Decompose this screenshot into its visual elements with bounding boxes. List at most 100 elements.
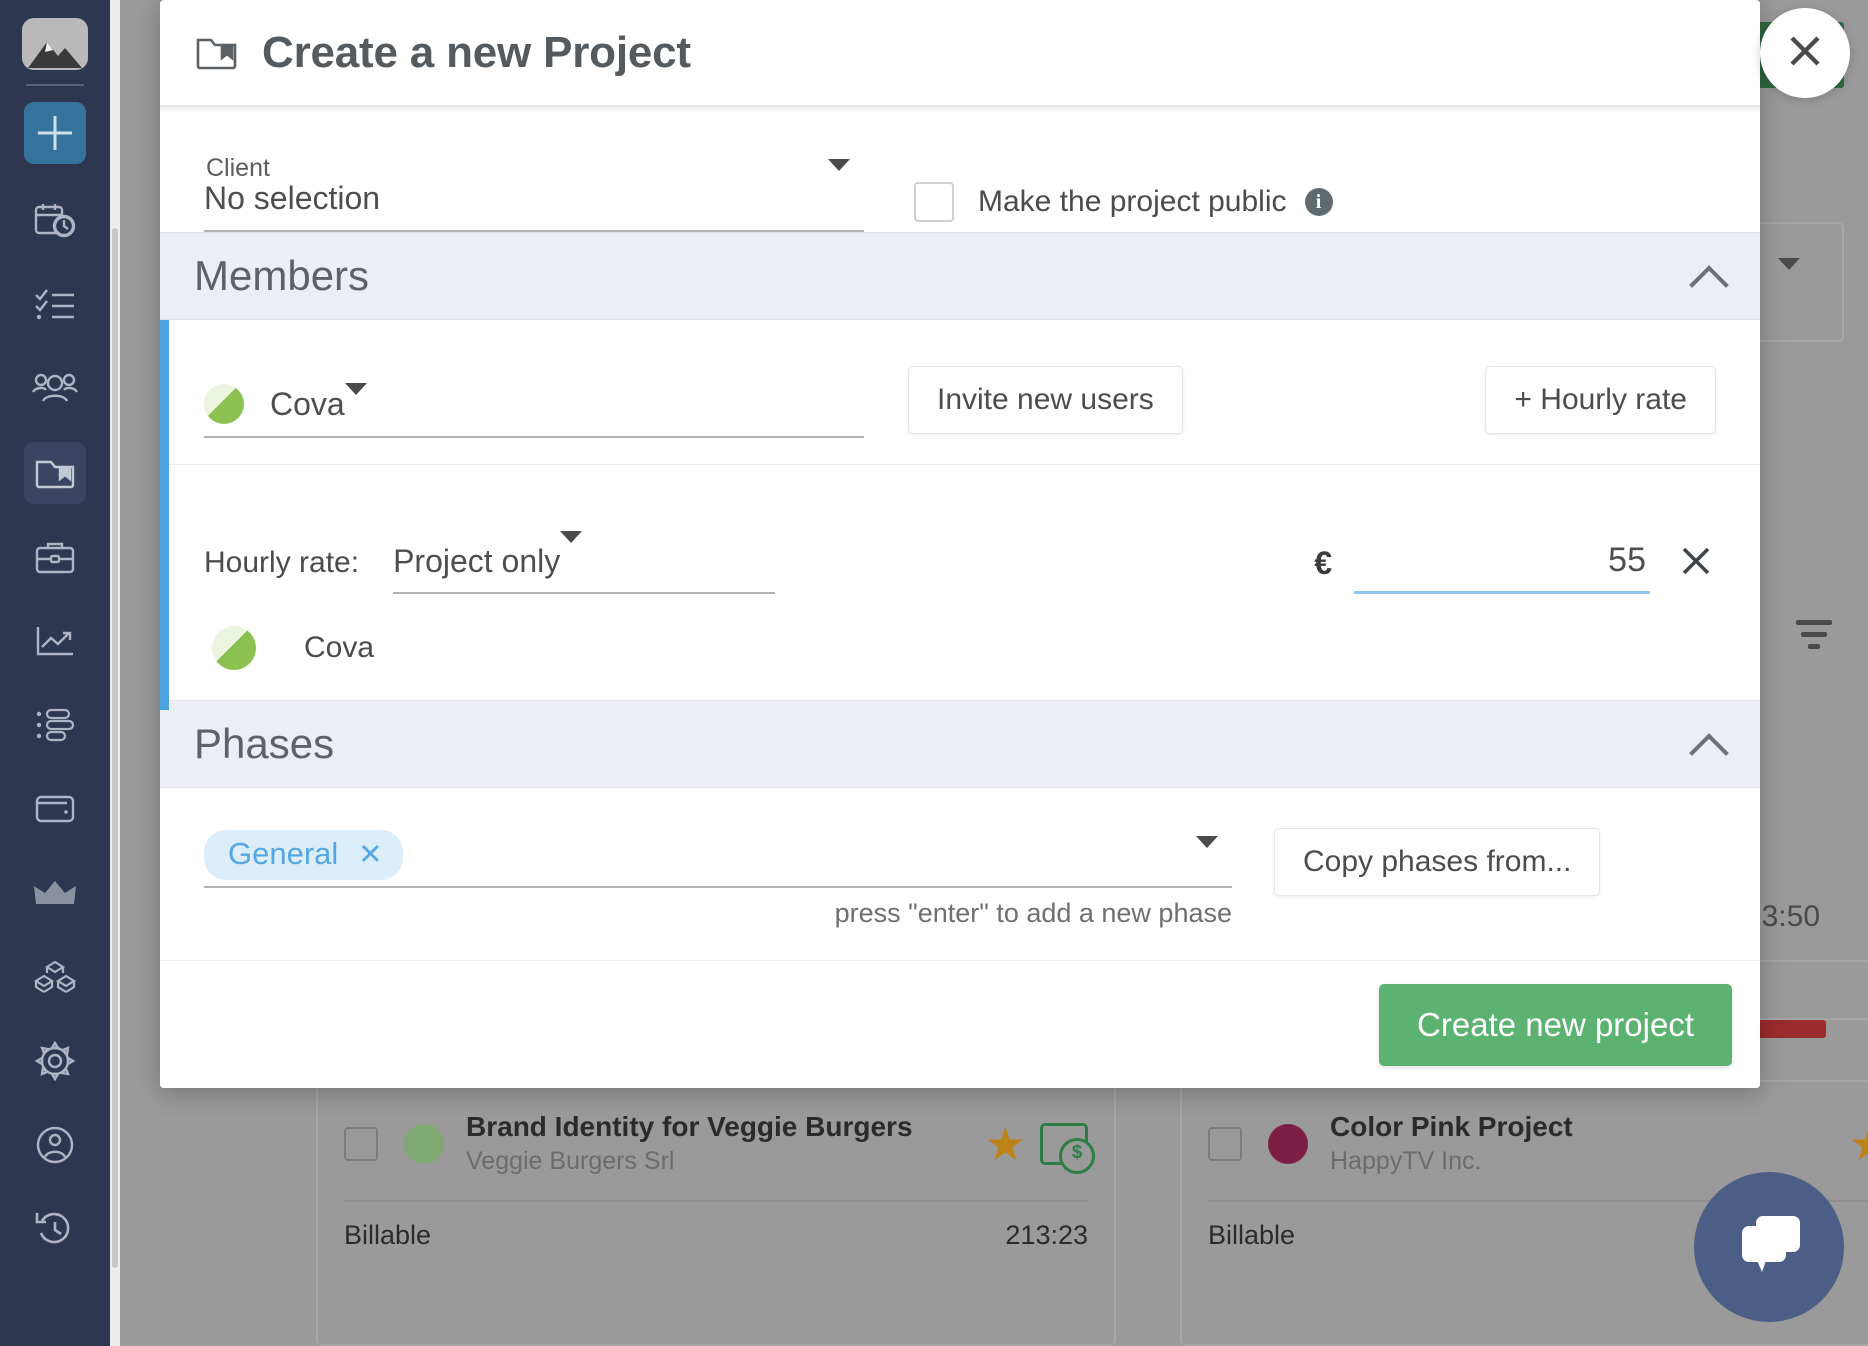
chevron-down-icon[interactable]	[828, 171, 850, 208]
sidebar-item-planner[interactable]	[24, 694, 86, 756]
plus-icon	[32, 110, 78, 156]
project-client: Veggie Burgers Srl	[466, 1144, 985, 1178]
mountain-logo[interactable]	[22, 18, 88, 70]
chevron-down-icon[interactable]	[1778, 270, 1800, 288]
scrollbar-thumb[interactable]	[112, 228, 118, 1268]
avatar	[204, 384, 244, 424]
page-title: Create a new Project	[262, 28, 691, 78]
member-row-actions: Invite new users + Hourly rate	[864, 366, 1716, 438]
info-icon[interactable]: i	[1305, 188, 1333, 216]
client-select[interactable]: No selection	[204, 170, 864, 232]
row-label: Billable	[344, 1220, 431, 1251]
hourly-rate-amount-group: € 55	[1314, 534, 1716, 594]
star-icon[interactable]: ★	[1849, 1121, 1868, 1167]
trend-chart-icon	[33, 623, 77, 659]
cubes-icon	[33, 959, 77, 995]
phases-section-header[interactable]: Phases	[160, 700, 1760, 788]
billable-money-icon	[1040, 1123, 1088, 1165]
sidebar-item-timesheet[interactable]	[24, 190, 86, 252]
phases-hint: press "enter" to add a new phase	[204, 888, 1232, 929]
active-accent-bar	[160, 320, 169, 710]
sidebar-item-resources[interactable]	[24, 946, 86, 1008]
phases-input-field[interactable]: General ✕ press "enter" to add a new pha…	[204, 824, 1232, 929]
hourly-rate-type-select[interactable]: Project only	[393, 534, 775, 594]
people-icon	[32, 372, 78, 406]
close-modal-button[interactable]	[1760, 8, 1850, 98]
sidebar-item-history[interactable]	[24, 1198, 86, 1260]
sidebar-item-projects[interactable]	[24, 442, 86, 504]
chevron-up-icon[interactable]	[1692, 727, 1726, 761]
member-name: Cova	[270, 386, 345, 423]
chevron-down-icon[interactable]	[345, 395, 367, 413]
project-title: Color Pink Project	[1330, 1110, 1849, 1144]
create-new-project-button[interactable]: Create new project	[1379, 984, 1732, 1066]
project-card-header: Color Pink Project HappyTV Inc. ★	[1182, 1082, 1868, 1178]
checklist-icon	[33, 287, 77, 323]
filter-icon[interactable]	[1796, 620, 1832, 649]
project-title: Brand Identity for Veggie Burgers	[466, 1110, 985, 1144]
add-hourly-rate-button[interactable]: + Hourly rate	[1485, 366, 1716, 434]
folder-bookmark-icon	[33, 455, 77, 491]
time-value: 3:50	[1762, 880, 1820, 954]
close-icon	[1782, 28, 1828, 79]
project-checkbox[interactable]	[1208, 1127, 1242, 1161]
remove-hourly-rate-button[interactable]	[1676, 541, 1716, 594]
sidebar-item-account[interactable]	[24, 1114, 86, 1176]
chevron-up-icon[interactable]	[1692, 259, 1726, 293]
modal-header: Create a new Project	[160, 0, 1760, 106]
project-color-dot	[404, 1124, 444, 1164]
sidebar-item-settings[interactable]	[24, 1030, 86, 1092]
modal-footer: Create new project	[160, 960, 1760, 1088]
row-value: 213:23	[1005, 1220, 1088, 1251]
sidebar-item-tasks[interactable]	[24, 274, 86, 336]
sidebar-item-jobs[interactable]	[24, 526, 86, 588]
sidebar-item-wallet[interactable]	[24, 778, 86, 840]
client-row: Client No selection Make the project pub…	[160, 106, 1760, 232]
chat-bubble-icon	[1730, 1208, 1808, 1287]
members-section-header[interactable]: Members	[160, 232, 1760, 320]
phase-chip[interactable]: General ✕	[204, 830, 403, 880]
star-icon[interactable]: ★	[985, 1121, 1026, 1167]
phase-chip-line[interactable]: General ✕	[204, 824, 1232, 888]
project-card[interactable]: Brand Identity for Veggie Burgers Veggie…	[316, 1080, 1116, 1346]
briefcase-icon	[33, 539, 77, 575]
project-title-block: Color Pink Project HappyTV Inc.	[1330, 1110, 1849, 1178]
client-field[interactable]: Client No selection	[204, 170, 864, 232]
user-circle-icon	[34, 1124, 76, 1166]
close-icon[interactable]: ✕	[358, 837, 382, 872]
make-public-row[interactable]: Make the project public i	[914, 182, 1333, 232]
create-project-modal: Create a new Project Client No selection…	[160, 0, 1760, 1088]
project-checkbox[interactable]	[344, 1127, 378, 1161]
sidebar-item-premium[interactable]	[24, 862, 86, 924]
member-list-item[interactable]: Cova	[160, 594, 1760, 700]
calendar-clock-icon	[33, 201, 77, 241]
currency-symbol: €	[1314, 545, 1332, 594]
history-icon	[34, 1209, 76, 1249]
make-public-checkbox[interactable]	[914, 182, 954, 222]
chat-widget-button[interactable]	[1694, 1172, 1844, 1322]
copy-phases-button[interactable]: Copy phases from...	[1274, 828, 1600, 896]
sidebar-item-add[interactable]	[24, 102, 86, 164]
member-select[interactable]: Cova	[204, 376, 864, 438]
invite-new-users-button[interactable]: Invite new users	[908, 366, 1183, 434]
scroll-shadow	[160, 106, 1760, 112]
sidebar-item-reports[interactable]	[24, 610, 86, 672]
chevron-down-icon[interactable]	[1196, 848, 1218, 866]
project-title-block: Brand Identity for Veggie Burgers Veggie…	[466, 1110, 985, 1178]
hourly-rate-row: Hourly rate: Project only € 55	[160, 464, 1760, 594]
phases-row: General ✕ press "enter" to add a new pha…	[160, 788, 1760, 929]
sidebar-divider	[26, 84, 84, 86]
chevron-down-icon[interactable]	[560, 543, 582, 580]
make-public-label: Make the project public	[978, 185, 1287, 219]
project-color-dot	[1268, 1124, 1308, 1164]
gantt-list-icon	[33, 708, 77, 742]
hourly-rate-label: Hourly rate:	[204, 546, 359, 594]
sidebar	[0, 0, 110, 1346]
phases-section-title: Phases	[194, 720, 1692, 768]
members-section-title: Members	[194, 252, 1692, 300]
hourly-rate-input[interactable]: 55	[1354, 534, 1650, 594]
sidebar-item-people[interactable]	[24, 358, 86, 420]
crown-icon	[32, 878, 78, 908]
project-card-row: Billable 213:23	[318, 1202, 1114, 1251]
app-root: ct 3:50 0:26	[0, 0, 1868, 1346]
